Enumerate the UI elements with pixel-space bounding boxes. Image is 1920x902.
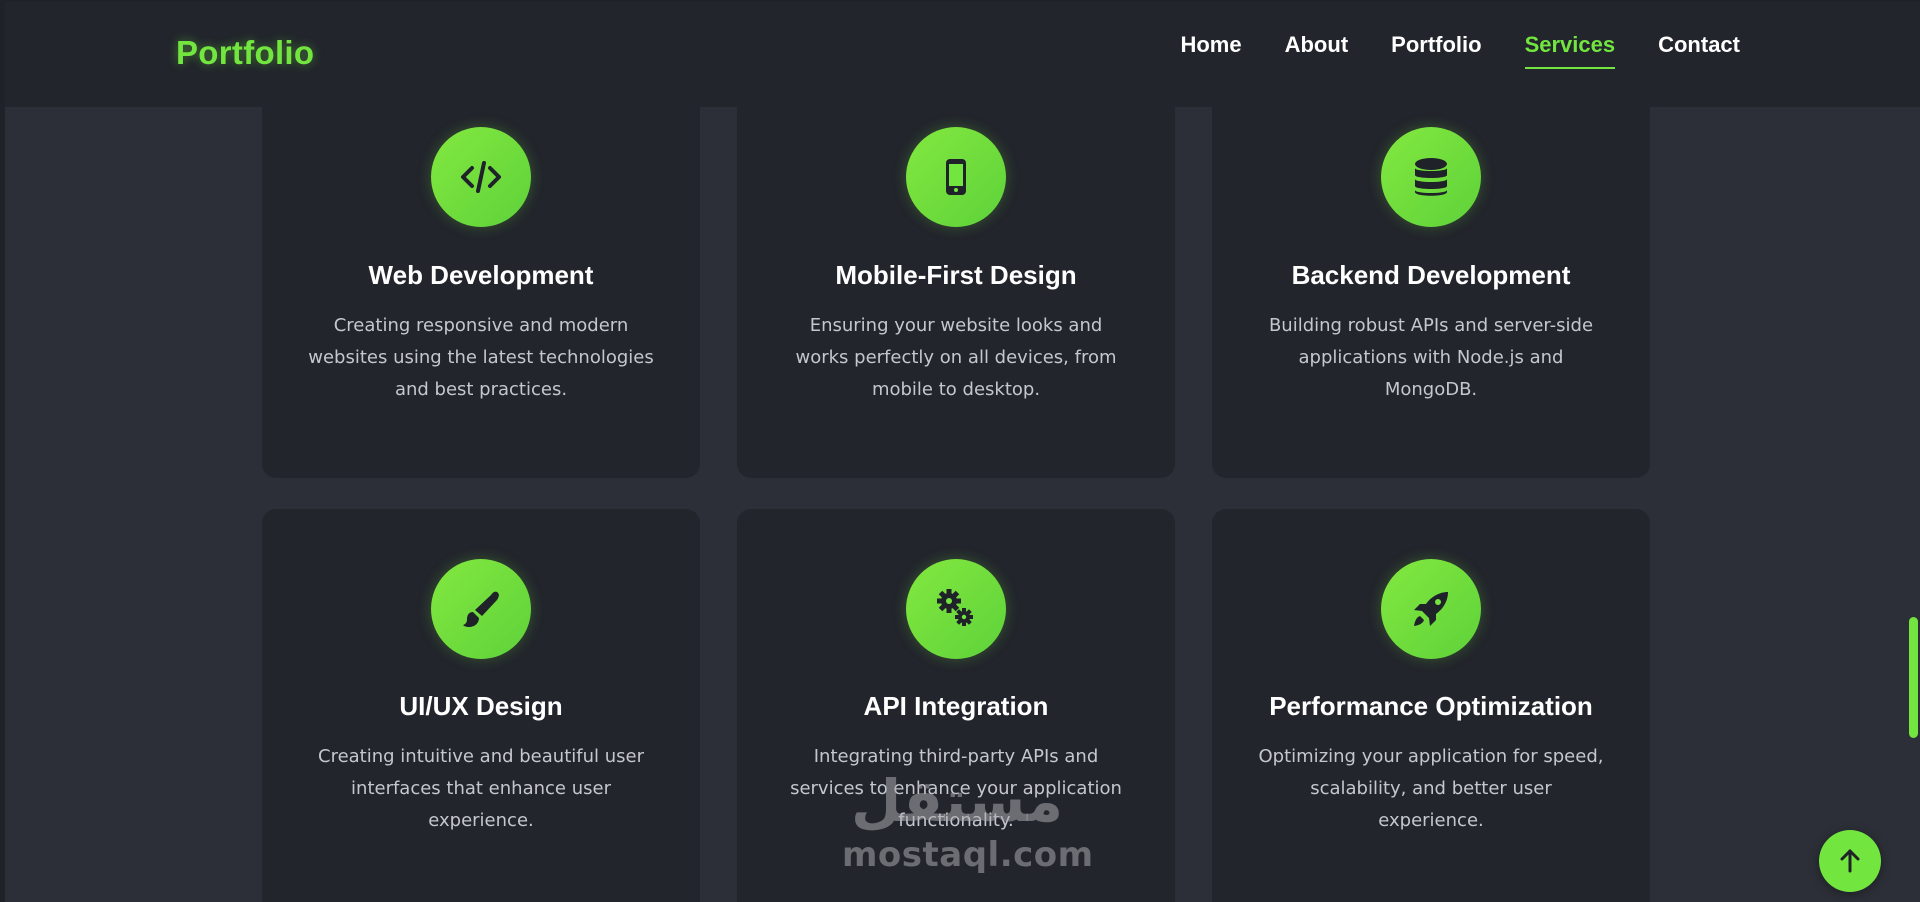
main-nav: Home About Portfolio Services Contact [1180,32,1740,69]
watermark-latin: mostaql.com [842,835,1094,875]
service-card-ui-ux-design: UI/UX Design Creating intuitive and beau… [262,509,700,902]
cogs-icon [906,559,1006,659]
brand-logo[interactable]: Portfolio [176,34,314,72]
nav-contact[interactable]: Contact [1658,32,1740,69]
rocket-icon [1381,559,1481,659]
service-description: Optimizing your application for speed, s… [1258,746,1604,831]
arrow-up-icon [1840,849,1860,873]
back-to-top-button[interactable] [1819,830,1881,892]
nav-home[interactable]: Home [1180,32,1241,69]
paint-brush-icon [431,559,531,659]
watermark: مستقل mostaql.com [842,767,1094,875]
service-card-mobile-first-design: Mobile-First Design Ensuring your websit… [737,60,1175,478]
service-title: Backend Development [1291,260,1571,290]
navbar: Portfolio Home About Portfolio Services … [5,2,1920,107]
database-icon [1381,127,1481,227]
nav-portfolio[interactable]: Portfolio [1391,32,1481,69]
service-card-backend-development: Backend Development Building robust APIs… [1212,60,1650,478]
service-card-web-development: Web Development Creating responsive and … [262,60,700,478]
service-title: Mobile-First Design [835,260,1077,290]
service-title: UI/UX Design [399,691,563,721]
service-description: Creating responsive and modern websites … [308,315,654,400]
service-title: Performance Optimization [1269,691,1593,721]
nav-about[interactable]: About [1285,32,1349,69]
scrollbar-thumb[interactable] [1909,617,1918,738]
service-title: API Integration [863,691,1049,721]
service-card-performance-optimization: Performance Optimization Optimizing your… [1212,509,1650,902]
code-icon [431,127,531,227]
service-description: Building robust APIs and server-side app… [1268,315,1594,400]
service-description: Ensuring your website looks and works pe… [795,315,1117,400]
service-title: Web Development [368,260,594,290]
watermark-arabic: مستقل [850,767,1064,835]
scrollbar[interactable] [1906,0,1920,902]
service-description: Creating intuitive and beautiful user in… [318,746,644,831]
mobile-icon [906,127,1006,227]
nav-services[interactable]: Services [1524,32,1615,69]
